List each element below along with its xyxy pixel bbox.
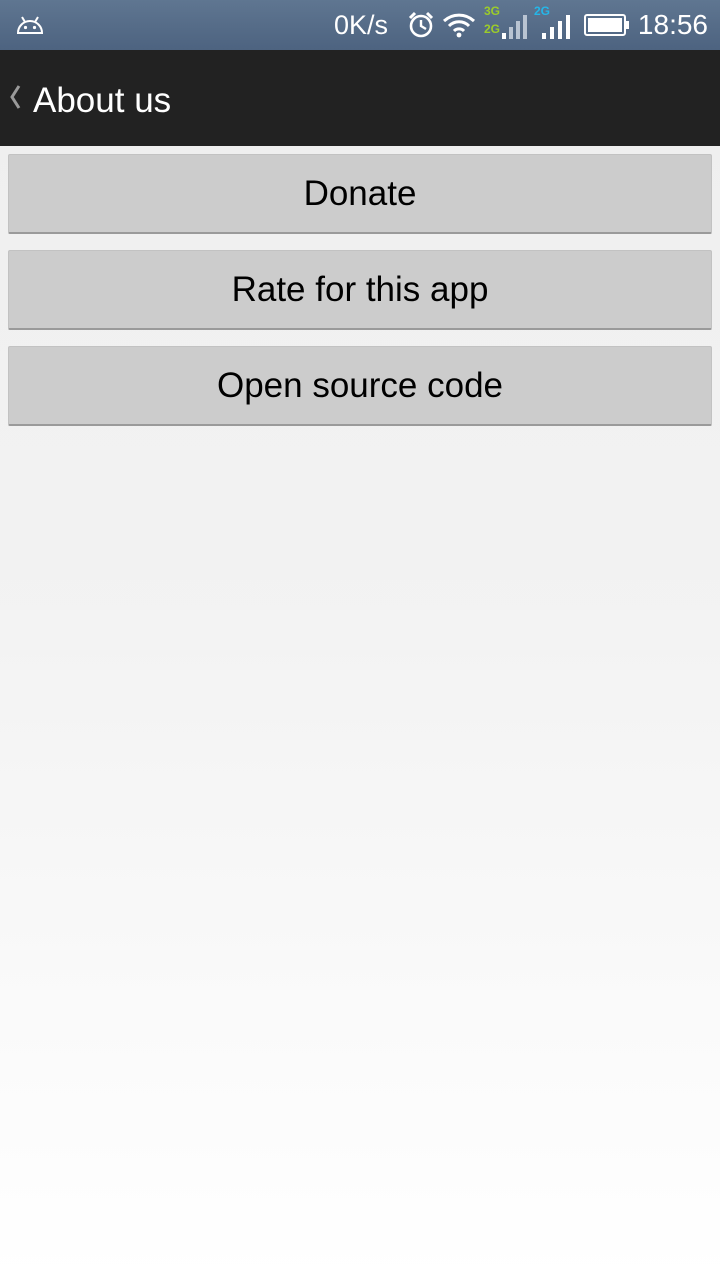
status-bar: 0K/s 3G 2G 2G 18:56 [0,0,720,50]
donate-button[interactable]: Donate [8,154,712,234]
alarm-icon [408,11,434,38]
back-chevron-icon[interactable] [8,84,22,110]
rate-app-button[interactable]: Rate for this app [8,250,712,330]
open-source-code-button[interactable]: Open source code [8,346,712,426]
sim1-signal-icon: 3G 2G [484,5,528,43]
clock: 18:56 [637,9,708,40]
sim1-network-bottom: 2G [484,22,501,36]
sim1-network-top: 3G [484,4,501,18]
page-title[interactable]: About us [33,81,171,121]
action-bar: About us [0,50,720,146]
network-speed: 0K/s [334,10,389,40]
android-notification-icon [16,16,44,34]
battery-icon [584,14,629,36]
wifi-icon [442,13,476,38]
sim2-signal-icon: 2G [532,5,574,43]
